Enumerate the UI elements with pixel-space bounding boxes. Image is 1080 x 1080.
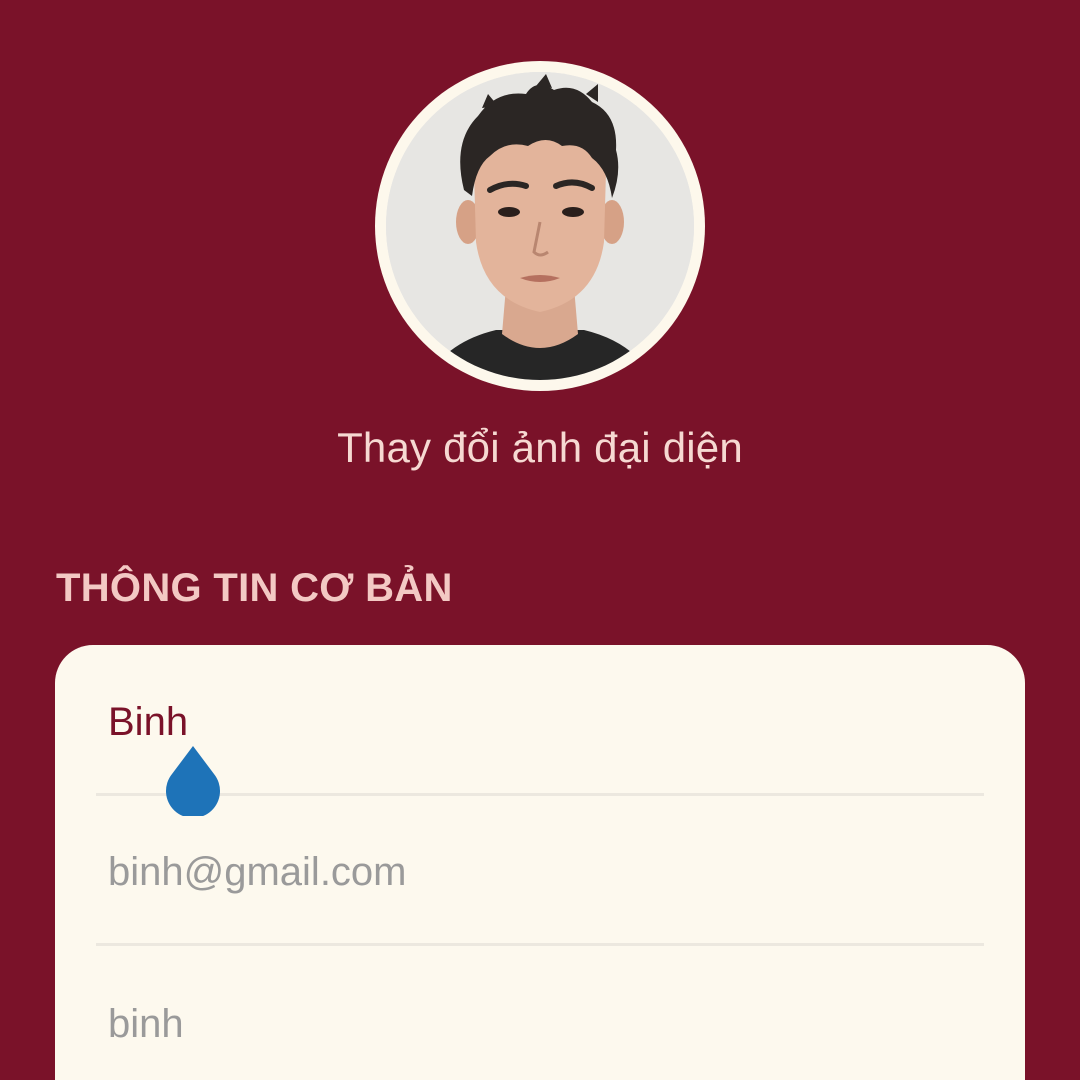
username-input[interactable]: binh (108, 1002, 184, 1047)
email-input[interactable]: binh@gmail.com (108, 850, 407, 895)
edit-profile-screen: Thay đổi ảnh đại diện THÔNG TIN CƠ BẢN B… (0, 0, 1080, 1080)
text-cursor-handle-icon[interactable] (164, 744, 222, 816)
username-field[interactable]: binh (96, 945, 984, 1080)
avatar-frame[interactable] (375, 61, 705, 391)
basic-info-card: Binh binh@gmail.com binh (55, 645, 1025, 1080)
name-field[interactable]: Binh (96, 645, 984, 796)
email-field[interactable]: binh@gmail.com (96, 795, 984, 946)
avatar[interactable] (386, 72, 694, 380)
name-input[interactable]: Binh (108, 700, 188, 745)
profile-photo-icon (386, 72, 694, 380)
change-avatar-button[interactable]: Thay đổi ảnh đại diện (0, 424, 1080, 472)
section-title-basic-info: THÔNG TIN CƠ BẢN (56, 566, 453, 610)
